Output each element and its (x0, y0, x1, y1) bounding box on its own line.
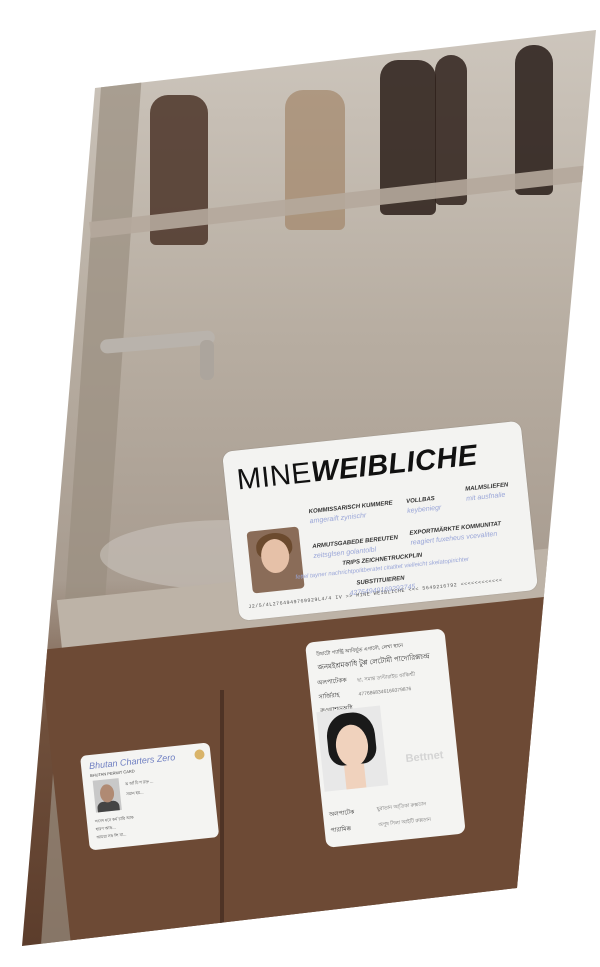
portrait-photo (246, 526, 305, 594)
portrait-photo (316, 705, 389, 792)
emblem-icon (194, 749, 205, 760)
field-value: keybeniegr (406, 504, 442, 515)
cabinet-seam (220, 690, 224, 930)
portrait-photo (92, 778, 122, 813)
background-photo: MINEWEIBLICHE KOMMISSARISCH KUMMERE amge… (22, 30, 596, 946)
id-card-portrait: উষাটো প্যান্ট্রি আবির্ভূত এগানৌ, লেখা স্… (305, 628, 466, 848)
id-card-main: MINEWEIBLICHE KOMMISSARISCH KUMMERE amge… (222, 420, 539, 622)
id-card-small: Bhutan Charters Zero BHUTAN PERMIT CARD … (80, 742, 220, 851)
field-label: VOLLBAS (405, 496, 436, 505)
card-title: MINEWEIBLICHE (235, 439, 480, 497)
card-seal: Bettnet (405, 749, 444, 766)
field-value: mit ausfnalie (465, 491, 506, 503)
faucet-spout (200, 340, 214, 380)
